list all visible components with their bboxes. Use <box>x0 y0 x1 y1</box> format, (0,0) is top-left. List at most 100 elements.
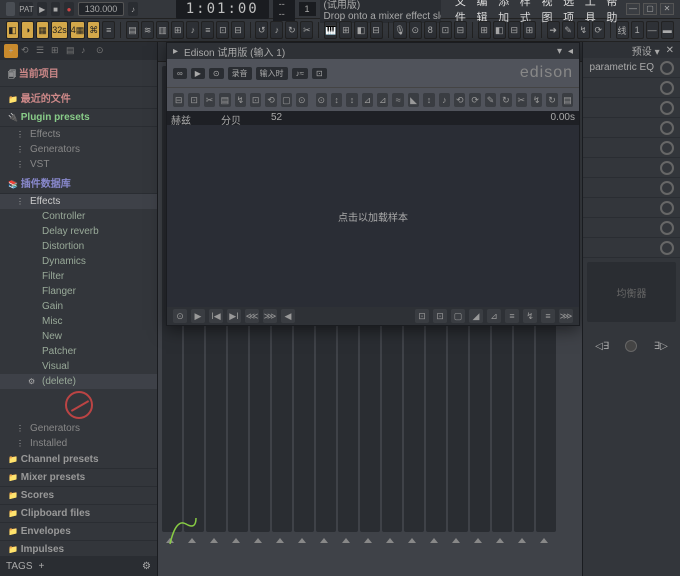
browser-item-最近的文件[interactable]: 📁 最近的文件 <box>0 87 157 109</box>
toolbar-btn-0[interactable]: ◧ <box>6 21 19 39</box>
toolbar-btn-4[interactable]: 4▦ <box>70 21 86 39</box>
edison-transport-3[interactable]: ▶I <box>227 309 241 323</box>
record-label[interactable]: 录音 <box>228 67 252 80</box>
edison-tool-l-0[interactable]: ⊟ <box>173 93 184 107</box>
edison-transport-11[interactable]: ⊿ <box>487 309 501 323</box>
slot-knob[interactable] <box>660 241 674 255</box>
toolbar-btn-38[interactable]: ➜ <box>547 21 560 39</box>
edison-transport-9[interactable]: ▢ <box>451 309 465 323</box>
toolbar-btn-18[interactable]: ♪ <box>270 21 283 39</box>
toolbar-btn-44[interactable]: 1 <box>631 21 644 39</box>
toolbar-btn-10[interactable]: ▥ <box>156 21 169 39</box>
slot-knob[interactable] <box>660 141 674 155</box>
mixer-slot-6[interactable] <box>583 178 680 198</box>
toolbar-btn-9[interactable]: ≋ <box>141 21 154 39</box>
browser-item-(delete)[interactable]: ⚙ (delete) <box>0 374 157 389</box>
pat-button[interactable]: PAT <box>19 2 33 16</box>
browser-item-distortion[interactable]: Distortion <box>0 239 157 254</box>
toolbar-btn-17[interactable]: ↺ <box>255 21 268 39</box>
toolbar-btn-3[interactable]: 32s <box>51 21 68 39</box>
edison-tool-r-11[interactable]: ✎ <box>485 93 496 107</box>
channel-arrow-9[interactable] <box>358 538 378 574</box>
record-button[interactable]: ● <box>64 2 73 16</box>
play-chip[interactable]: ▶ <box>191 68 205 79</box>
channel-arrow-5[interactable] <box>270 538 290 574</box>
browser-item-effects[interactable]: ⋮ Effects <box>0 127 157 142</box>
edison-tool-r-10[interactable]: ⟳ <box>469 93 480 107</box>
slot-knob[interactable] <box>660 81 674 95</box>
toolbar-btn-20[interactable]: ✂ <box>300 21 313 39</box>
browser-item-generators[interactable]: ⋮ Generators <box>0 142 157 157</box>
slot-knob[interactable] <box>660 61 674 75</box>
mixer-slot-1[interactable] <box>583 78 680 98</box>
edison-tool-r-4[interactable]: ⊿ <box>377 93 388 107</box>
toolbar-btn-19[interactable]: ↻ <box>285 21 298 39</box>
browser-target-icon[interactable]: ⊙ <box>96 45 108 57</box>
waveform-area[interactable]: 点击以加载样本 <box>167 125 579 307</box>
toolbar-btn-8[interactable]: ▤ <box>126 21 139 39</box>
browser-list[interactable]: 🗐 当前项目📁 最近的文件🔌 Plugin presets⋮ Effects⋮ … <box>0 60 157 556</box>
toolbar-btn-29[interactable]: 8 <box>424 21 437 39</box>
toolbar-btn-12[interactable]: ♪ <box>186 21 199 39</box>
browser-item-flanger[interactable]: Flanger <box>0 284 157 299</box>
toolbar-btn-34[interactable]: ◧ <box>493 21 506 39</box>
edison-tool-r-3[interactable]: ⊿ <box>362 93 373 107</box>
toolbar-btn-45[interactable]: — <box>646 21 659 39</box>
toolbar-btn-22[interactable]: 🎹 <box>324 21 337 39</box>
toolbar-btn-28[interactable]: ⊙ <box>409 21 422 39</box>
channel-arrow-17[interactable] <box>534 538 554 574</box>
browser-item-impulses[interactable]: 📁 Impulses <box>0 541 157 556</box>
browser-item-new[interactable]: New <box>0 329 157 344</box>
tempo-display[interactable]: 130.000 <box>78 2 125 16</box>
plugin-dropdown-icon[interactable]: ▾ <box>557 46 562 57</box>
metronome-icon[interactable]: ♪ <box>128 2 137 16</box>
toolbar-btn-35[interactable]: ⊟ <box>508 21 521 39</box>
edison-tool-r-6[interactable]: ◣ <box>408 93 419 107</box>
toolbar-btn-13[interactable]: ≡ <box>201 21 214 39</box>
edison-tool-l-4[interactable]: ↯ <box>235 93 246 107</box>
edison-transport-0[interactable]: ⊙ <box>173 309 187 323</box>
browser-add-tab[interactable]: + <box>4 44 18 58</box>
plugin-close-icon[interactable]: ◂ <box>568 46 573 57</box>
browser-item-channel-presets[interactable]: 📁 Channel presets <box>0 451 157 469</box>
browser-item-mixer-presets[interactable]: 📁 Mixer presets <box>0 469 157 487</box>
edison-tool-r-0[interactable]: ⊙ <box>316 93 327 107</box>
channel-arrow-8[interactable] <box>336 538 356 574</box>
wave-chip[interactable]: ♪≈ <box>292 68 308 79</box>
mixer-slot-9[interactable] <box>583 238 680 258</box>
box-chip[interactable]: ⊡ <box>312 68 327 79</box>
slot-knob[interactable] <box>660 161 674 175</box>
loop-chip[interactable]: ∞ <box>173 68 187 79</box>
time-display[interactable]: 1:01:00 <box>176 0 269 19</box>
toolbar-btn-1[interactable]: ◑ <box>21 21 34 39</box>
toolbar-btn-14[interactable]: ⊡ <box>216 21 229 39</box>
browser-item-plugin-presets[interactable]: 🔌 Plugin presets <box>0 109 157 127</box>
pattern-counter[interactable]: 1 <box>299 2 316 16</box>
channel-arrow-2[interactable] <box>204 538 224 574</box>
mixer-slot-8[interactable] <box>583 218 680 238</box>
stop-button[interactable]: ■ <box>51 2 60 16</box>
browser-item-effects[interactable]: ⋮ Effects <box>0 194 157 209</box>
toolbar-btn-40[interactable]: ↯ <box>577 21 590 39</box>
edison-transport-14[interactable]: ≡ <box>541 309 555 323</box>
slot-knob[interactable] <box>660 201 674 215</box>
browser-item-generators[interactable]: ⋮ Generators <box>0 421 157 436</box>
route-right-icon[interactable]: ∃▷ <box>654 341 668 352</box>
edison-transport-15[interactable]: ⋙ <box>559 309 573 323</box>
browser-item-scores[interactable]: 📁 Scores <box>0 487 157 505</box>
toolbar-btn-15[interactable]: ⊟ <box>231 21 244 39</box>
channel-arrow-10[interactable] <box>380 538 400 574</box>
minimize-button[interactable]: — <box>626 3 640 15</box>
mixer-close-icon[interactable]: ✕ <box>666 45 674 56</box>
edison-tool-l-2[interactable]: ✂ <box>204 93 215 107</box>
toolbar-btn-23[interactable]: ⊞ <box>339 21 352 39</box>
play-button[interactable]: ▶ <box>37 2 46 16</box>
edison-tool-r-15[interactable]: ↻ <box>546 93 557 107</box>
route-left-icon[interactable]: ◁∃ <box>595 341 609 352</box>
browser-grid-icon[interactable]: ⊞ <box>51 45 63 57</box>
edison-transport-5[interactable]: ⋙ <box>263 309 277 323</box>
input-label[interactable]: 输入时 <box>256 67 288 80</box>
slot-knob[interactable] <box>660 121 674 135</box>
browser-note-icon[interactable]: ♪ <box>81 45 93 57</box>
edison-tool-r-16[interactable]: ▤ <box>562 93 573 107</box>
